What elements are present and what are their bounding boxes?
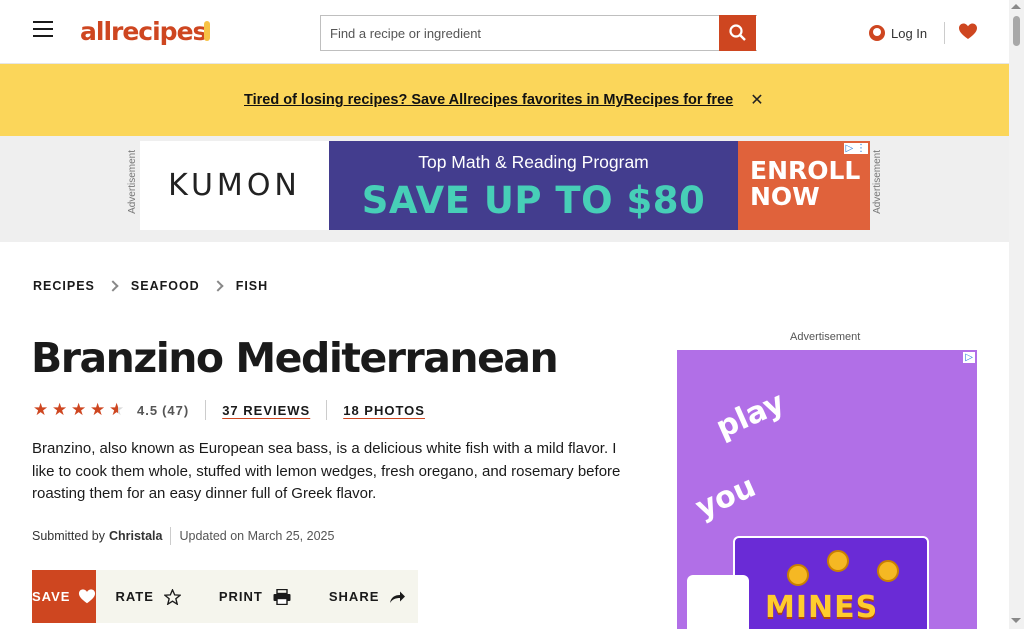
allrecipes-logo[interactable]: allrecipes (80, 17, 210, 47)
logo-spoon-mark (204, 21, 210, 41)
rating-stars[interactable]: ★ ★ ★ ★ ★ (33, 401, 127, 419)
share-button[interactable]: SHARE (310, 589, 426, 604)
ad-side-label-right: Advertisement (872, 150, 883, 214)
updated-date: Updated on March 25, 2025 (179, 529, 335, 543)
star-icon: ★ (71, 400, 87, 419)
photos-link[interactable]: 18 PHOTOS (343, 403, 425, 418)
recipe-byline: Submitted by Christala Updated on March … (32, 526, 334, 546)
kumon-cta-line2: NOW (750, 182, 820, 211)
rate-button[interactable]: RATE (96, 588, 199, 605)
sidebar-ad[interactable]: play you MINES ▷ (677, 350, 977, 629)
kumon-cta-line1: ENROLL (750, 156, 861, 185)
author-link[interactable]: Christala (109, 529, 163, 543)
search-button[interactable] (719, 15, 756, 51)
star-icon: ★ (33, 400, 49, 419)
myrecipes-banner-link[interactable]: Tired of losing recipes? Save Allrecipes… (244, 92, 734, 108)
adchoices-icon[interactable]: ▷ (963, 352, 975, 363)
meta-divider (170, 527, 172, 545)
star-icon: ★ (90, 400, 106, 419)
recipe-meta-row: ★ ★ ★ ★ ★ 4.5 (47) 37 REVIEWS 18 PHOTOS (33, 400, 425, 420)
sidebar-ad-label: Advertisement (790, 331, 861, 343)
kumon-logo: KUMON (168, 168, 301, 203)
save-label: SAVE (32, 589, 71, 604)
scroll-down-arrow-icon[interactable] (1011, 618, 1021, 623)
myrecipes-banner: Tired of losing recipes? Save Allrecipes… (0, 64, 1009, 136)
header-divider (944, 22, 945, 44)
meta-divider (326, 400, 328, 420)
heart-icon (959, 23, 977, 39)
kumon-tagline: Top Math & Reading Program (418, 152, 649, 172)
page-title: Branzino Mediterranean (31, 334, 559, 382)
login-link[interactable]: Log In (869, 22, 927, 44)
search-placeholder: Find a recipe or ingredient (330, 26, 482, 41)
rate-label: RATE (115, 589, 154, 604)
login-label: Log In (891, 25, 928, 41)
hamburger-icon[interactable] (33, 21, 53, 37)
coin-icon (787, 564, 809, 586)
star-outline-icon (163, 588, 181, 605)
ad-word-play: play (710, 385, 790, 446)
breadcrumb-recipes[interactable]: RECIPES (33, 279, 95, 293)
page-scrollbar[interactable] (1009, 0, 1024, 629)
ad-side-label-left: Advertisement (127, 150, 138, 214)
star-half-icon: ★ (109, 401, 127, 419)
meta-divider (205, 400, 207, 420)
ad-game-title: MINES (765, 590, 879, 625)
chevron-right-icon (107, 280, 119, 292)
print-button[interactable]: PRINT (200, 588, 310, 605)
print-label: PRINT (218, 589, 263, 604)
user-icon (869, 25, 885, 41)
reviews-link[interactable]: 37 REVIEWS (222, 403, 310, 418)
breadcrumb: RECIPES SEAFOOD FISH (33, 277, 268, 295)
scroll-up-arrow-icon[interactable] (1011, 4, 1021, 9)
adchoices-icon[interactable]: ▷ ⋮ (843, 143, 868, 154)
rating-value[interactable]: 4.5 (137, 403, 158, 418)
breadcrumb-fish[interactable]: FISH (236, 279, 268, 293)
printer-icon (273, 588, 291, 605)
heart-icon (79, 589, 96, 604)
coin-icon (877, 560, 899, 582)
save-button[interactable]: SAVE (32, 570, 97, 623)
search-icon (729, 24, 746, 41)
kumon-ad[interactable]: KUMON Top Math & Reading Program SAVE UP… (140, 141, 870, 230)
kumon-offer: Top Math & Reading Program SAVE UP TO $8… (329, 141, 738, 230)
share-arrow-icon (390, 591, 406, 603)
chevron-right-icon (212, 280, 224, 292)
kumon-headline: SAVE UP TO $80 (361, 179, 706, 222)
ad-phone-image (687, 575, 749, 629)
close-icon[interactable]: ✕ (748, 90, 766, 110)
share-label: SHARE (328, 589, 380, 604)
coin-icon (827, 550, 849, 572)
recipe-action-bar: SAVE RATE PRINT SHARE (32, 570, 418, 623)
star-icon: ★ (52, 400, 68, 419)
kumon-cta[interactable]: ENROLL NOW (738, 141, 870, 230)
rating-count: (47) (162, 402, 190, 418)
site-header: allrecipes Find a recipe or ingredient L… (0, 0, 1009, 64)
ad-word-you: you (690, 468, 761, 527)
submitted-by-label: Submitted by (32, 529, 105, 543)
logo-text: allrecipes (80, 17, 207, 46)
recipe-description: Branzino, also known as European sea bas… (32, 440, 621, 502)
search-input[interactable]: Find a recipe or ingredient (320, 15, 757, 51)
saved-recipes-button[interactable] (958, 22, 978, 42)
scrollbar-thumb[interactable] (1013, 16, 1020, 46)
breadcrumb-seafood[interactable]: SEAFOOD (131, 279, 200, 293)
